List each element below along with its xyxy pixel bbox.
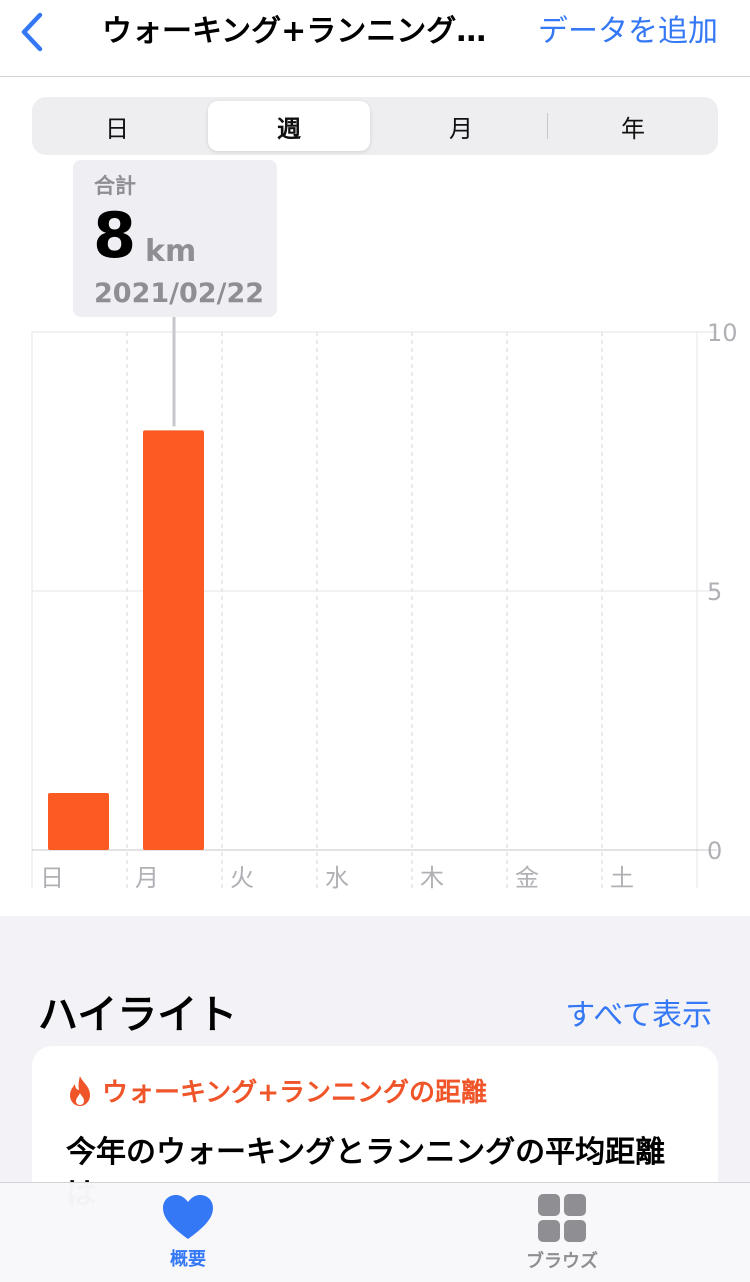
highlight-card-heading: ウォーキング+ランニングの距離 xyxy=(102,1078,488,1108)
chart-bar xyxy=(143,430,204,850)
distance-bar-chart[interactable]: 0 5 10 日 月 火 水 木 金 土 xyxy=(0,300,750,900)
x-tick-label: 水 xyxy=(325,864,349,892)
callout-unit: km xyxy=(145,234,197,269)
period-segmented-control: 日 週 月 年 xyxy=(32,97,718,155)
show-all-link[interactable]: すべて表示 xyxy=(565,990,712,1034)
flame-icon xyxy=(70,1075,90,1106)
segment-day[interactable]: 日 xyxy=(36,101,198,151)
highlight-card-header: ウォーキング+ランニングの距離 xyxy=(66,1072,487,1109)
highlights-title: ハイライト xyxy=(38,992,238,1038)
segment-week[interactable]: 週 xyxy=(208,101,370,151)
chart-bar xyxy=(48,793,109,850)
x-tick-label: 木 xyxy=(420,864,444,892)
x-tick-label: 金 xyxy=(515,864,539,892)
back-button[interactable] xyxy=(12,10,52,54)
tab-browse[interactable]: ブラウズ xyxy=(502,1193,622,1273)
y-tick-label: 5 xyxy=(707,578,722,606)
segment-year[interactable]: 年 xyxy=(552,101,714,151)
x-tick-label: 土 xyxy=(610,864,634,892)
tab-bar: 概要 ブラウズ xyxy=(0,1182,750,1282)
callout-label: 合計 xyxy=(94,174,136,198)
tab-browse-label: ブラウズ xyxy=(526,1251,598,1272)
grid-icon xyxy=(538,1194,586,1242)
x-tick-label: 月 xyxy=(135,864,159,892)
y-tick-label: 0 xyxy=(707,837,722,865)
tab-summary-label: 概要 xyxy=(170,1249,206,1270)
page-title: ウォーキング+ランニング… xyxy=(102,14,487,49)
heart-icon xyxy=(163,1195,213,1239)
navigation-bar: ウォーキング+ランニング… データを追加 xyxy=(0,0,750,77)
x-tick-label: 日 xyxy=(40,864,64,892)
callout-value: 8 xyxy=(93,199,137,272)
chevron-left-icon xyxy=(21,12,43,52)
add-data-button[interactable]: データを追加 xyxy=(538,14,718,50)
selection-callout: 合計 8 km 2021/02/22 xyxy=(73,160,277,317)
y-tick-label: 10 xyxy=(707,319,738,347)
segment-divider xyxy=(547,113,548,139)
segment-month[interactable]: 月 xyxy=(380,101,542,151)
tab-summary[interactable]: 概要 xyxy=(128,1193,248,1271)
x-tick-label: 火 xyxy=(230,864,254,892)
